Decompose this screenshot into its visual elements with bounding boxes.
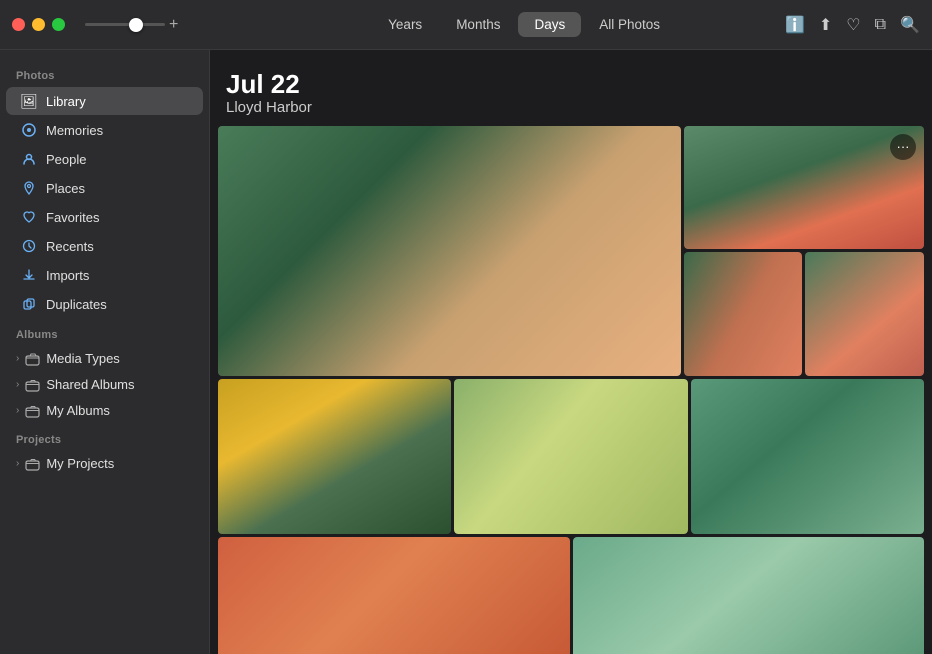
tab-days[interactable]: Days bbox=[518, 12, 581, 37]
sidebar-label-places: Places bbox=[46, 181, 85, 196]
sidebar-item-recents[interactable]: Recents bbox=[6, 232, 203, 260]
folder-my-projects-icon bbox=[25, 457, 40, 471]
sidebar-item-people[interactable]: People bbox=[6, 145, 203, 173]
zoom-plus-icon[interactable]: + bbox=[169, 17, 178, 33]
imports-icon bbox=[20, 266, 38, 284]
sidebar-label-media-types: Media Types bbox=[46, 351, 119, 366]
chevron-my-projects-icon: › bbox=[16, 458, 19, 469]
photo-row3-1[interactable] bbox=[218, 537, 570, 654]
places-icon bbox=[20, 179, 38, 197]
photo-main-large[interactable] bbox=[218, 126, 681, 376]
tab-months[interactable]: Months bbox=[440, 12, 516, 37]
window-controls bbox=[12, 18, 65, 31]
photo-row3-2[interactable] bbox=[573, 537, 925, 654]
share-icon[interactable]: ⬆ bbox=[819, 15, 832, 35]
zoom-slider-track[interactable] bbox=[85, 23, 165, 26]
tab-all-photos[interactable]: All Photos bbox=[583, 12, 676, 37]
photo-row2-2[interactable] bbox=[454, 379, 687, 534]
photo-thumb-2[interactable] bbox=[805, 252, 924, 376]
zoom-slider-area: + bbox=[85, 17, 178, 33]
photo-thumb-1[interactable] bbox=[684, 252, 803, 376]
sidebar-item-shared-albums[interactable]: › Shared Albums bbox=[6, 372, 203, 397]
sidebar-item-media-types[interactable]: › Media Types bbox=[6, 346, 203, 371]
chevron-my-albums-icon: › bbox=[16, 405, 19, 416]
photo-right-column: ··· bbox=[684, 126, 924, 376]
photo-row2-3[interactable] bbox=[691, 379, 924, 534]
sidebar-label-memories: Memories bbox=[46, 123, 103, 138]
recents-icon bbox=[20, 237, 38, 255]
sidebar-label-favorites: Favorites bbox=[46, 210, 99, 225]
sidebar-label-people: People bbox=[46, 152, 86, 167]
tab-years[interactable]: Years bbox=[372, 12, 438, 37]
more-options-button[interactable]: ··· bbox=[890, 134, 916, 160]
photo-bottom-right-pair bbox=[684, 252, 924, 376]
section-label-projects: Projects bbox=[0, 424, 209, 450]
section-label-photos: Photos bbox=[0, 60, 209, 86]
sidebar-label-shared-albums: Shared Albums bbox=[46, 377, 134, 392]
folder-media-types-icon bbox=[25, 352, 40, 366]
photo-top-right[interactable]: ··· bbox=[684, 126, 924, 250]
sidebar-item-library[interactable]: 🖼 Library bbox=[6, 87, 203, 115]
crop-icon[interactable]: ⧉ bbox=[875, 16, 886, 34]
close-button[interactable] bbox=[12, 18, 25, 31]
photo-row-3 bbox=[218, 537, 924, 654]
chevron-shared-albums-icon: › bbox=[16, 379, 19, 390]
sidebar-item-places[interactable]: Places bbox=[6, 174, 203, 202]
view-tabs: Years Months Days All Photos bbox=[372, 12, 676, 37]
maximize-button[interactable] bbox=[52, 18, 65, 31]
sidebar-label-recents: Recents bbox=[46, 239, 94, 254]
date-header: Jul 22 Lloyd Harbor bbox=[218, 66, 924, 126]
titlebar-actions: ℹ️ ⬆ ♡ ⧉ 🔍 bbox=[785, 15, 920, 35]
sidebar-item-my-projects[interactable]: › My Projects bbox=[6, 451, 203, 476]
memories-icon bbox=[20, 121, 38, 139]
search-icon[interactable]: 🔍 bbox=[900, 15, 920, 35]
sidebar-label-duplicates: Duplicates bbox=[46, 297, 107, 312]
minimize-button[interactable] bbox=[32, 18, 45, 31]
people-icon bbox=[20, 150, 38, 168]
folder-my-albums-icon bbox=[25, 404, 40, 418]
sidebar-label-imports: Imports bbox=[46, 268, 89, 283]
sidebar: Photos 🖼 Library Memories People Places bbox=[0, 50, 210, 654]
duplicates-icon bbox=[20, 295, 38, 313]
titlebar: + Years Months Days All Photos ℹ️ ⬆ ♡ ⧉ … bbox=[0, 0, 932, 50]
sidebar-label-my-albums: My Albums bbox=[46, 403, 110, 418]
photo-area: Jul 22 Lloyd Harbor ··· bbox=[210, 50, 932, 654]
sidebar-item-favorites[interactable]: Favorites bbox=[6, 203, 203, 231]
photo-row2-1[interactable] bbox=[218, 379, 451, 534]
photo-row-2 bbox=[218, 379, 924, 534]
zoom-slider-thumb[interactable] bbox=[129, 18, 143, 32]
sidebar-item-imports[interactable]: Imports bbox=[6, 261, 203, 289]
date-day-label: Jul 22 bbox=[226, 70, 916, 99]
section-label-albums: Albums bbox=[0, 319, 209, 345]
date-location-label: Lloyd Harbor bbox=[226, 99, 916, 116]
chevron-media-types-icon: › bbox=[16, 353, 19, 364]
sidebar-item-my-albums[interactable]: › My Albums bbox=[6, 398, 203, 423]
sidebar-item-memories[interactable]: Memories bbox=[6, 116, 203, 144]
sidebar-item-duplicates[interactable]: Duplicates bbox=[6, 290, 203, 318]
library-icon: 🖼 bbox=[20, 92, 38, 110]
main-content: Photos 🖼 Library Memories People Places bbox=[0, 50, 932, 654]
favorites-icon bbox=[20, 208, 38, 226]
folder-shared-albums-icon bbox=[25, 378, 40, 392]
sidebar-label-my-projects: My Projects bbox=[46, 456, 114, 471]
info-icon[interactable]: ℹ️ bbox=[785, 15, 805, 35]
heart-icon[interactable]: ♡ bbox=[846, 15, 860, 35]
sidebar-label-library: Library bbox=[46, 94, 86, 109]
photo-row-1: ··· bbox=[218, 126, 924, 376]
